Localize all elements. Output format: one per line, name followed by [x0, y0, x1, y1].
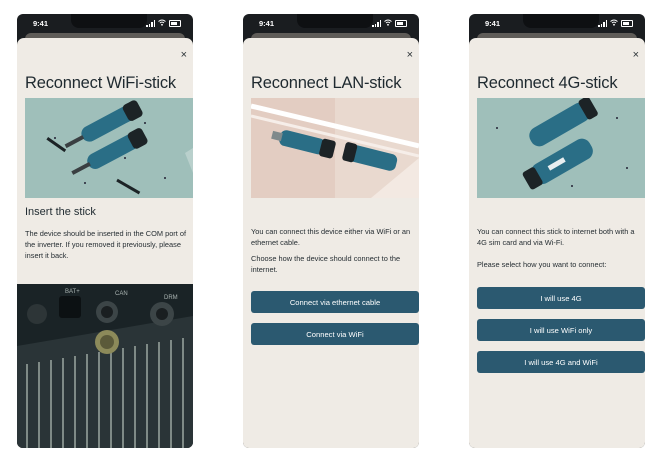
status-time: 9:41 — [259, 19, 275, 28]
port-label-bat: BAT+ — [65, 289, 80, 295]
page-title: Reconnect 4G-stick — [477, 74, 618, 92]
lan-stick-image — [251, 98, 419, 198]
status-time: 9:41 — [485, 19, 501, 28]
status-bar: 9:41 — [243, 14, 419, 32]
cellular-signal-icon — [598, 20, 607, 27]
page-title: Reconnect WiFi-stick — [25, 74, 176, 92]
close-icon[interactable]: × — [407, 50, 413, 61]
notch — [71, 14, 147, 28]
wifi-icon — [384, 19, 392, 28]
port-label-can: CAN — [115, 291, 128, 297]
status-time: 9:41 — [33, 19, 49, 28]
connect-ethernet-button[interactable]: Connect via ethernet cable — [251, 291, 419, 313]
use-wifi-only-button[interactable]: I will use WiFi only — [477, 319, 645, 341]
use-4g-button[interactable]: I will use 4G — [477, 287, 645, 309]
wifi-icon — [158, 19, 166, 28]
notch — [523, 14, 599, 28]
modal-sheet: × Reconnect 4G-stick You can connect thi… — [469, 38, 645, 448]
instruction-text: The device should be inserted in the COM… — [25, 229, 187, 260]
instruction-text: Please select how you want to connect: — [477, 260, 607, 269]
phone-4g-stick: 9:41 × Reconnect 4G-stick You can connec… — [469, 14, 645, 448]
status-bar: 9:41 — [469, 14, 645, 32]
status-bar: 9:41 — [17, 14, 193, 32]
phone-wifi-stick: 9:41 × Reconnect WiFi-stick Insert the s… — [17, 14, 193, 448]
wifi-icon — [610, 19, 618, 28]
close-icon[interactable]: × — [633, 50, 639, 61]
close-icon[interactable]: × — [181, 50, 187, 61]
use-4g-and-wifi-button[interactable]: I will use 4G and WiFi — [477, 351, 645, 373]
description-text: You can connect this device either via W… — [251, 227, 411, 247]
port-label-drm: DRM — [164, 295, 178, 301]
battery-icon — [395, 20, 407, 27]
notch — [297, 14, 373, 28]
connect-wifi-button[interactable]: Connect via WiFi — [251, 323, 419, 345]
page-title: Reconnect LAN-stick — [251, 74, 402, 92]
battery-icon — [621, 20, 633, 27]
description-text: You can connect this stick to internet b… — [477, 227, 635, 247]
battery-icon — [169, 20, 181, 27]
cellular-signal-icon — [372, 20, 381, 27]
modal-sheet: × Reconnect LAN-stick You can connect th… — [243, 38, 419, 448]
wifi-stick-image — [25, 98, 193, 198]
phone-lan-stick: 9:41 × Reconnect LAN-stick You can conne… — [243, 14, 419, 448]
modal-sheet: × Reconnect WiFi-stick Insert the stick … — [17, 38, 193, 448]
inverter-port-photo: BAT+ CAN DRM — [17, 284, 193, 448]
section-heading: Insert the stick — [25, 206, 96, 218]
instruction-text: Choose how the device should connect to … — [251, 254, 401, 274]
cellular-signal-icon — [146, 20, 155, 27]
4g-stick-image — [477, 98, 645, 198]
